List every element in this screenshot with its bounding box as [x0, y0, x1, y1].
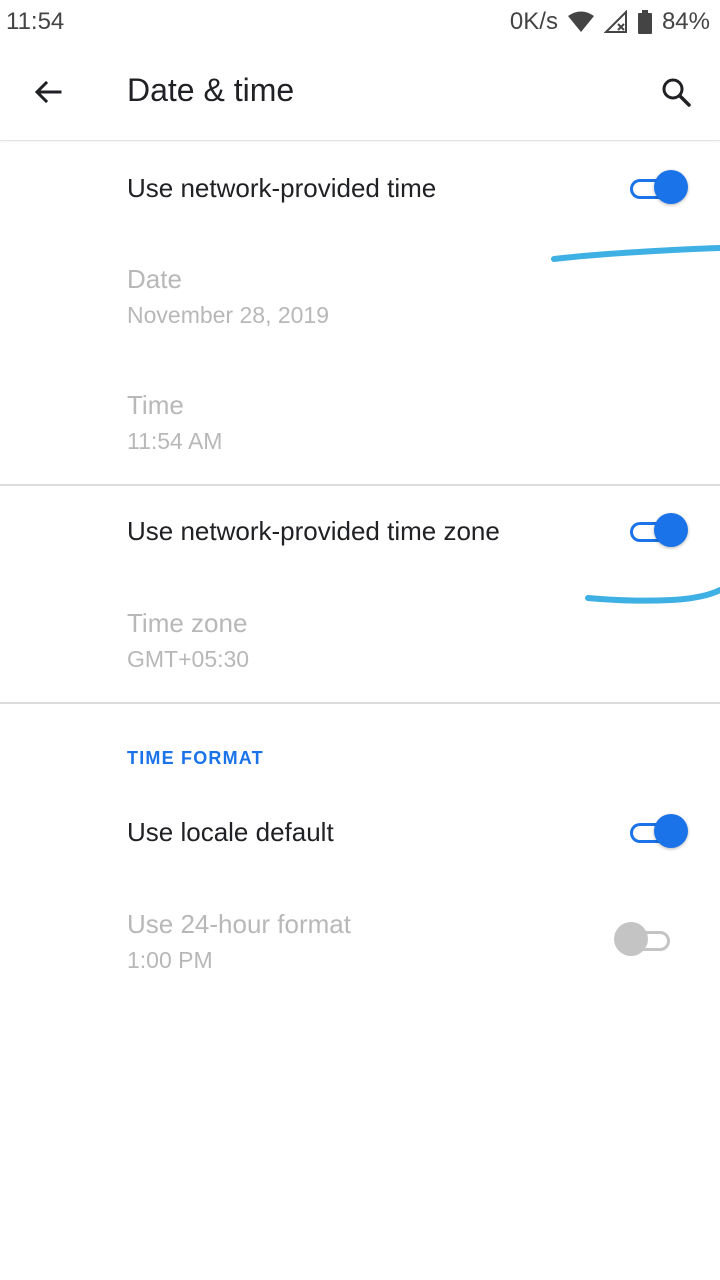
switch-thumb [614, 922, 648, 956]
timezone-label: Time zone [127, 608, 248, 638]
page-title: Date & time [127, 72, 295, 108]
setting-timezone[interactable]: Time zone GMT+05:30 [0, 578, 720, 702]
divider [0, 702, 720, 704]
locale-default-label: Use locale default [127, 817, 334, 847]
back-button[interactable] [24, 68, 72, 116]
hour24-switch[interactable] [614, 920, 674, 960]
time-value: 11:54 AM [127, 428, 223, 454]
setting-network-timezone[interactable]: Use network-provided time zone [0, 486, 720, 578]
hour24-value: 1:00 PM [127, 947, 213, 973]
battery-icon [637, 10, 652, 34]
app-bar: Date & time [0, 44, 720, 141]
status-bar: 11:54 0K/s 84% [0, 0, 720, 44]
network-time-label: Use network-provided time [127, 173, 437, 203]
date-label: Date [127, 264, 182, 294]
section-header-time-format: TIME FORMAT [127, 748, 264, 768]
cell-signal-no-data-icon [603, 10, 628, 34]
date-value: November 28, 2019 [127, 302, 330, 328]
switch-thumb [654, 814, 688, 848]
search-button[interactable] [652, 68, 700, 116]
setting-date[interactable]: Date November 28, 2019 [0, 236, 720, 360]
switch-thumb [654, 513, 688, 547]
timezone-value: GMT+05:30 [127, 646, 250, 672]
locale-default-switch[interactable] [628, 812, 688, 852]
setting-24-hour-format[interactable]: Use 24-hour format 1:00 PM [0, 880, 720, 1004]
time-label: Time [127, 390, 184, 420]
switch-thumb [654, 170, 688, 204]
setting-network-time[interactable]: Use network-provided time [0, 140, 720, 236]
setting-locale-default[interactable]: Use locale default [0, 786, 720, 880]
search-icon [662, 78, 691, 107]
setting-time[interactable]: Time 11:54 AM [0, 360, 720, 484]
network-speed: 0K/s [509, 8, 558, 35]
battery-percent: 84% [661, 8, 710, 35]
network-time-switch[interactable] [628, 168, 688, 208]
network-timezone-switch[interactable] [628, 511, 688, 551]
status-right: 0K/s 84% [510, 8, 710, 36]
hour24-label: Use 24-hour format [127, 909, 351, 939]
status-time: 11:54 [6, 8, 65, 35]
wifi-icon [567, 11, 594, 33]
network-timezone-label: Use network-provided time zone [127, 516, 500, 546]
arrow-back-icon [34, 80, 62, 104]
